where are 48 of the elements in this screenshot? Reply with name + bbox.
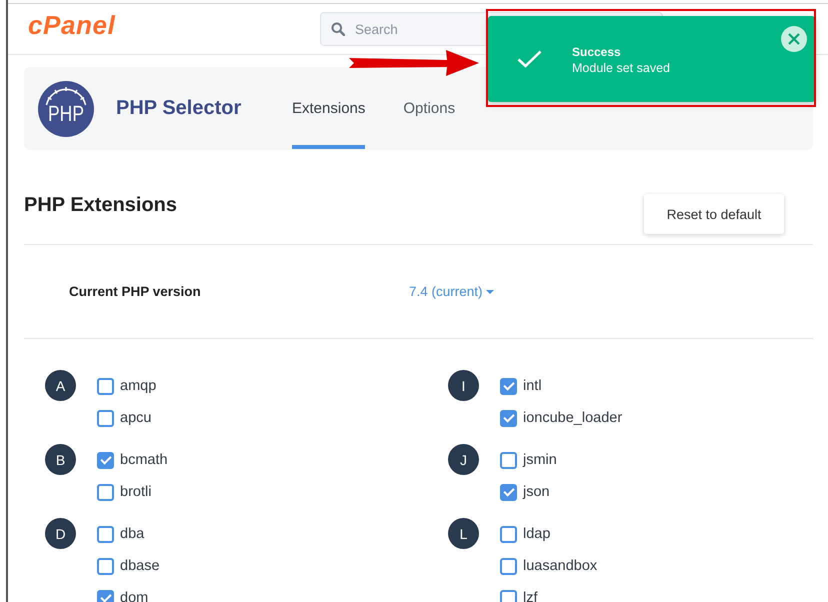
close-icon [788, 33, 800, 45]
notification-message: Module set saved [572, 60, 670, 76]
checkbox[interactable] [97, 452, 114, 468]
checkbox[interactable] [97, 410, 114, 426]
index-letter: L [448, 518, 479, 549]
checkbox[interactable] [500, 484, 517, 500]
extension-name: dbase [120, 558, 160, 574]
caret-icon [486, 290, 494, 294]
checkbox[interactable] [500, 452, 517, 468]
index-letter: D [45, 518, 76, 549]
checkmark-icon [517, 50, 542, 68]
reset-button[interactable]: Reset to default [644, 194, 784, 234]
checkbox[interactable] [500, 590, 517, 602]
extension-name: jsmin [523, 452, 557, 468]
extension-name: apcu [120, 410, 152, 426]
search-icon [331, 22, 345, 36]
checkbox[interactable] [97, 590, 114, 602]
notification-title: Success [572, 44, 621, 60]
index-letter: A [45, 370, 76, 401]
index-letter: I [448, 370, 479, 401]
app-title: PHP Selector [116, 97, 242, 120]
tab[interactable]: Options [403, 67, 456, 149]
extension-name: dba [120, 526, 144, 542]
extension-name: dom [120, 590, 148, 602]
checkbox[interactable] [97, 558, 114, 574]
extension-name: lzf [523, 590, 538, 602]
version-label: Current PHP version [69, 284, 201, 299]
extension-name: luasandbox [523, 558, 598, 574]
extension-name: amqp [120, 378, 156, 394]
checkbox[interactable] [500, 558, 517, 574]
section-heading: PHP Extensions [24, 194, 178, 216]
checkbox[interactable] [500, 410, 517, 426]
php-logo: PHP [38, 80, 94, 136]
extension-name: ioncube_loader [523, 410, 622, 426]
extension-name: ldap [523, 526, 550, 542]
extension-name: json [523, 484, 550, 500]
extension-name: intl [523, 378, 542, 394]
close-button[interactable] [781, 26, 807, 52]
extension-name: bcmath [120, 452, 168, 468]
checkbox[interactable] [97, 526, 114, 542]
index-letter: J [448, 444, 479, 475]
checkbox[interactable] [97, 378, 114, 394]
extension-name: brotli [120, 484, 152, 500]
checkbox[interactable] [97, 484, 114, 500]
checkbox[interactable] [500, 526, 517, 542]
index-letter: B [45, 444, 76, 475]
version-dropdown[interactable]: 7.4 (current) [409, 284, 494, 299]
checkbox[interactable] [500, 378, 517, 394]
